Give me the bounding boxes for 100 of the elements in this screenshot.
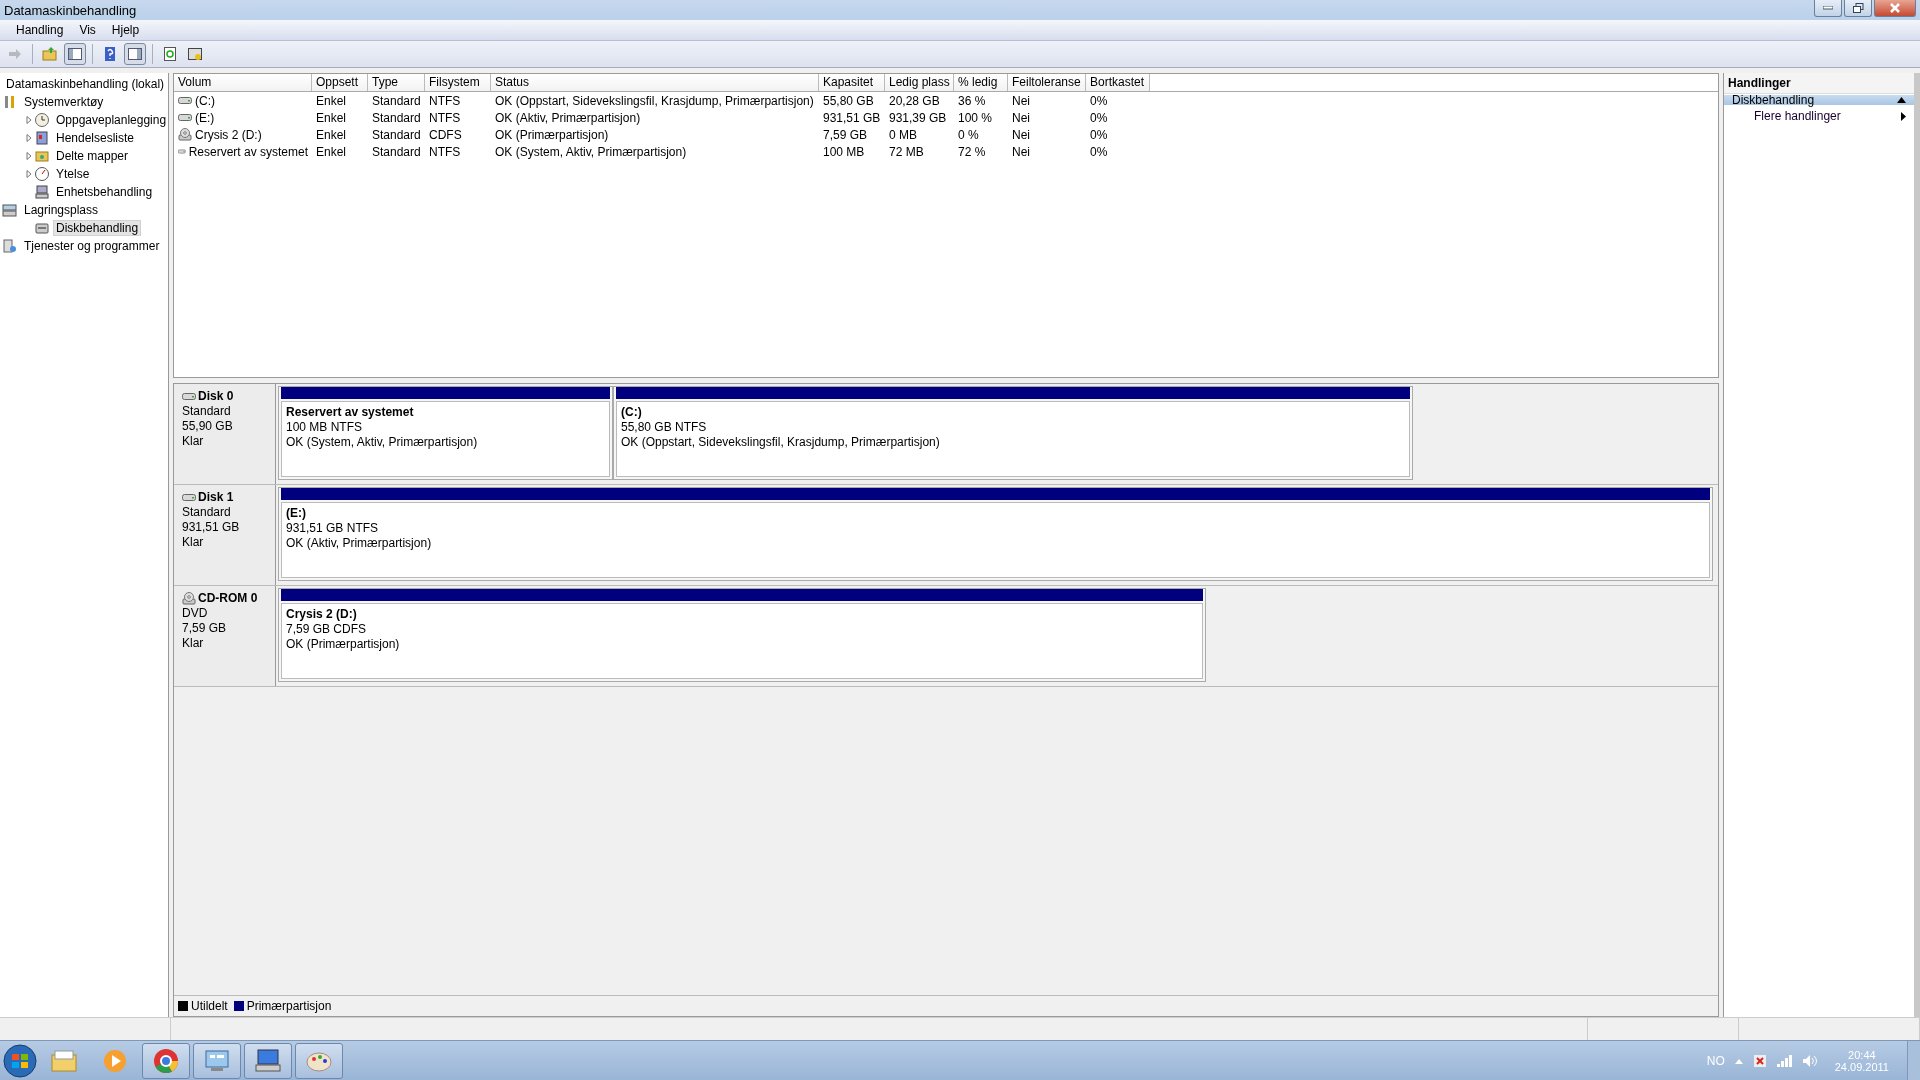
column-header[interactable]: Bortkastet (1086, 74, 1150, 91)
taskbar-app-button[interactable] (244, 1043, 292, 1079)
expand-arrow-icon[interactable] (24, 169, 34, 179)
table-cell: 0 % (958, 127, 979, 142)
legend-label: Primærpartisjon (246, 999, 332, 1013)
table-cell: 72 % (958, 144, 986, 159)
table-cell: Standard (372, 93, 421, 108)
tray-expand-icon[interactable] (1734, 1058, 1743, 1064)
partition-size: 7,59 GB CDFS (286, 622, 368, 637)
table-cell: NTFS (429, 144, 461, 159)
tree-item[interactable]: Lagringsplass (21, 202, 102, 218)
column-header[interactable]: Type (368, 74, 425, 91)
table-cell: 100 MB (823, 144, 865, 159)
partition-block[interactable]: (C:) 55,80 GB NTFS OK (Oppstart, Sidevekslingsfil, Krasjdump, Primærpartisjon) (613, 386, 1413, 480)
partition-status: OK (Aktiv, Primærpartisjon) (286, 536, 433, 551)
disk-type: DVD (182, 606, 209, 621)
disk-drive-icon (34, 220, 50, 236)
table-cell: Nei (1012, 144, 1030, 159)
disk-state: Klar (182, 636, 205, 651)
log-icon (34, 130, 50, 146)
table-cell: 0% (1090, 144, 1108, 159)
expand-arrow-icon[interactable] (24, 115, 34, 125)
tree-item[interactable]: Tjenester og programmer (21, 238, 163, 254)
table-cell: Crysis 2 (D:) (195, 127, 262, 142)
partition-block[interactable]: Reservert av systemet 100 MB NTFS OK (System, Aktiv, Primærpartisjon) (278, 386, 613, 480)
table-cell: 931,51 GB (823, 110, 881, 125)
minimize-icon (1823, 6, 1833, 10)
column-header[interactable]: Ledig plass (885, 74, 954, 91)
disk-size: 931,51 GB (182, 520, 241, 535)
tree-item[interactable]: Ytelse (53, 166, 93, 182)
table-cell: 0% (1090, 93, 1108, 108)
tree-item[interactable]: Datamaskinbehandling (lokal) (3, 76, 168, 92)
table-cell: NTFS (429, 110, 461, 125)
table-cell: 55,80 GB (823, 93, 874, 108)
disk-state: Klar (182, 535, 205, 550)
table-cell: 0 MB (889, 127, 917, 142)
expand-arrow-icon[interactable] (24, 151, 34, 161)
disk-type: Standard (182, 404, 232, 419)
pane-icon (127, 46, 143, 62)
column-header[interactable]: Oppsett (312, 74, 368, 91)
services-icon (2, 238, 18, 254)
tree-item[interactable]: Systemverktøy (21, 94, 107, 110)
menu-item[interactable]: Hjelp (103, 20, 148, 40)
column-header[interactable]: Status (491, 74, 819, 91)
folder-icon (42, 46, 58, 62)
table-cell: Enkel (316, 110, 347, 125)
column-header[interactable]: Filsystem (425, 74, 491, 91)
table-cell: 100 % (958, 110, 993, 125)
taskbar-app-button[interactable] (193, 1043, 241, 1079)
tree-item[interactable]: Delte mapper (53, 148, 132, 164)
column-header[interactable]: % ledig (954, 74, 1008, 91)
taskbar-app-button[interactable] (295, 1043, 343, 1079)
restore-button[interactable] (1844, 0, 1872, 17)
tree-item[interactable]: Enhetsbehandling (53, 184, 156, 200)
close-button[interactable] (1874, 0, 1916, 17)
refresh-icon (162, 46, 178, 62)
tree-item[interactable]: Diskbehandling (53, 220, 142, 236)
actions-section-header[interactable]: Diskbehandling (1724, 95, 1914, 105)
table-cell: (E:) (195, 110, 215, 125)
table-cell: 36 % (958, 93, 986, 108)
back-arrow-icon (7, 46, 23, 62)
computer-icon (34, 184, 50, 200)
flag-warning-icon[interactable] (1752, 1054, 1767, 1068)
tree-item[interactable]: Hendelsesliste (53, 130, 138, 146)
tree-item[interactable]: Oppgaveplanlegging (53, 112, 170, 128)
column-header[interactable]: Volum (174, 74, 312, 91)
start-button[interactable] (0, 1041, 40, 1080)
start-orb-icon (3, 1044, 37, 1078)
table-cell: 0% (1090, 110, 1108, 125)
disk-name: Disk 0 (198, 389, 234, 404)
action-link[interactable]: Flere handlinger (1724, 106, 1914, 126)
toolbar-button[interactable] (64, 43, 86, 65)
column-header[interactable]: Feiltoleranse (1008, 74, 1086, 91)
help-icon (102, 46, 118, 62)
table-cell: Nei (1012, 93, 1030, 108)
partition-block[interactable]: (E:) 931,51 GB NTFS OK (Aktiv, Primærpartisjon) (278, 487, 1713, 581)
menu-item[interactable]: Handling (8, 20, 72, 40)
toolbar-button[interactable] (124, 43, 146, 65)
clock-icon (34, 112, 50, 128)
disk-size: 55,90 GB (182, 419, 234, 434)
table-cell: Reservert av systemet (188, 144, 308, 159)
partition-block[interactable]: Crysis 2 (D:) 7,59 GB CDFS OK (Primærpartisjon) (278, 588, 1206, 682)
storage-icon (2, 202, 18, 218)
column-header[interactable]: Kapasitet (819, 74, 885, 91)
menu-item[interactable]: Vis (71, 20, 104, 40)
expand-arrow-icon[interactable] (24, 133, 34, 143)
disk-type: Standard (182, 505, 232, 520)
table-cell: 7,59 GB (823, 127, 868, 142)
table-cell: Enkel (316, 144, 347, 159)
shared-folder-icon (34, 148, 50, 164)
signal-icon[interactable] (1776, 1055, 1793, 1067)
partition-name: Reservert av systemet (286, 405, 415, 420)
table-cell: Standard (372, 127, 421, 142)
hard-drive-icon (182, 493, 196, 502)
speaker-icon[interactable] (1802, 1055, 1817, 1067)
table-cell: 72 MB (889, 144, 924, 159)
disk-name: Disk 1 (198, 490, 234, 505)
partition-name: (E:) (286, 506, 307, 521)
table-cell: OK (Aktiv, Primærpartisjon) (495, 110, 641, 125)
taskbar-app-button[interactable] (142, 1043, 190, 1079)
